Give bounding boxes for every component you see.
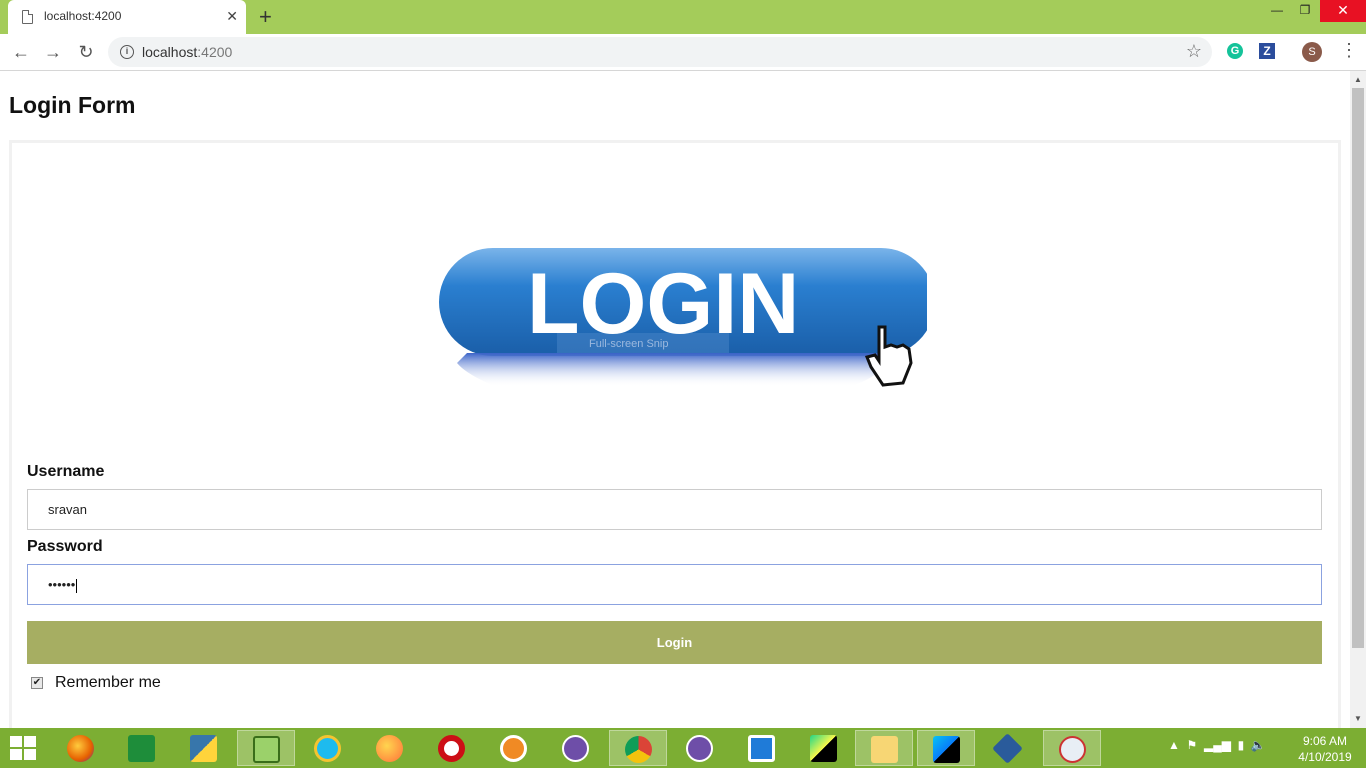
remember-me-checkbox[interactable]: ✔ [31, 677, 43, 689]
system-tray[interactable]: ▲ ⚑ ▂▄▆ ▮ 🔈 [1168, 738, 1266, 752]
grammarly-extension-icon[interactable]: G [1227, 43, 1243, 59]
pycharm-icon[interactable] [795, 730, 853, 766]
store-icon[interactable] [113, 730, 171, 766]
browser-toolbar: ← → ↻ i localhost:4200 ☆ [0, 34, 1366, 71]
remember-me-label[interactable]: Remember me [55, 674, 161, 692]
snip-overlay-text: Full-screen Snip [589, 338, 668, 350]
username-value: sravan [48, 502, 88, 517]
site-info-icon[interactable]: i [120, 45, 134, 59]
scroll-up-arrow-icon[interactable]: ▲ [1354, 75, 1362, 84]
zotero-extension-icon[interactable]: Z [1259, 43, 1275, 59]
scroll-thumb[interactable] [1352, 88, 1364, 648]
login-button[interactable]: Login [27, 621, 1322, 664]
opera-icon[interactable] [423, 730, 481, 766]
brackets-icon[interactable] [733, 730, 791, 766]
notepad-plus-icon[interactable] [237, 730, 295, 766]
url-text: localhost:4200 [142, 44, 233, 60]
file-explorer-icon[interactable] [855, 730, 913, 766]
github-desktop-icon[interactable] [547, 730, 605, 766]
bookmark-star-icon[interactable]: ☆ [1186, 41, 1202, 62]
username-input[interactable]: sravan [27, 489, 1322, 530]
snipping-tool-icon[interactable] [1043, 730, 1101, 766]
clock-date: 4/10/2019 [1298, 750, 1352, 764]
forward-button[interactable]: → [41, 40, 65, 64]
browser-tab[interactable]: localhost:4200 ✕ [8, 0, 246, 34]
python-icon[interactable] [175, 730, 233, 766]
text-caret [76, 578, 78, 593]
close-tab-icon[interactable]: ✕ [226, 8, 238, 25]
restore-button[interactable]: ❐ [1290, 0, 1320, 22]
password-label: Password [27, 538, 103, 555]
scroll-down-arrow-icon[interactable]: ▼ [1354, 714, 1362, 723]
start-button[interactable] [10, 736, 38, 762]
webstorm-icon[interactable] [917, 730, 975, 766]
vlc-icon[interactable] [485, 730, 543, 766]
windows-taskbar: ▲ ⚑ ▂▄▆ ▮ 🔈 9:06 AM 4/10/2019 [0, 728, 1366, 768]
page-icon [22, 10, 33, 24]
vertical-scrollbar[interactable]: ▲ ▼ [1350, 71, 1366, 728]
internet-explorer-icon[interactable] [299, 730, 357, 766]
back-button[interactable]: ← [9, 40, 33, 64]
tab-strip: localhost:4200 ✕ + — ❐ ✕ [0, 0, 1366, 34]
password-input[interactable]: •••••• [27, 564, 1322, 605]
firefox-icon[interactable] [52, 730, 110, 766]
firefox-developer-icon[interactable] [361, 730, 419, 766]
chrome-icon[interactable] [609, 730, 667, 766]
address-bar[interactable]: i localhost:4200 ☆ [108, 37, 1212, 67]
page-title: Login Form [9, 92, 136, 118]
profile-avatar[interactable]: S [1302, 42, 1322, 62]
reload-button[interactable]: ↻ [74, 40, 98, 64]
github-desktop-icon-2[interactable] [671, 730, 729, 766]
clock-time: 9:06 AM [1302, 734, 1348, 748]
login-form: LOGIN Full-screen Snip Username sravan P… [9, 140, 1341, 728]
password-value: •••••• [48, 577, 76, 592]
minimize-button[interactable]: — [1262, 0, 1292, 22]
login-logo-image: LOGIN Full-screen Snip [427, 245, 935, 395]
new-tab-button[interactable]: + [259, 4, 272, 30]
username-label: Username [27, 463, 105, 480]
tab-title: localhost:4200 [44, 9, 122, 23]
clock[interactable]: 9:06 AM 4/10/2019 [1290, 733, 1360, 765]
close-window-button[interactable]: ✕ [1320, 0, 1366, 22]
page-content: Login Form LOGIN Full-screen Snip Userna… [0, 71, 1350, 728]
virtualbox-icon[interactable] [979, 730, 1037, 766]
browser-menu-icon[interactable]: ⋮ [1340, 40, 1358, 61]
